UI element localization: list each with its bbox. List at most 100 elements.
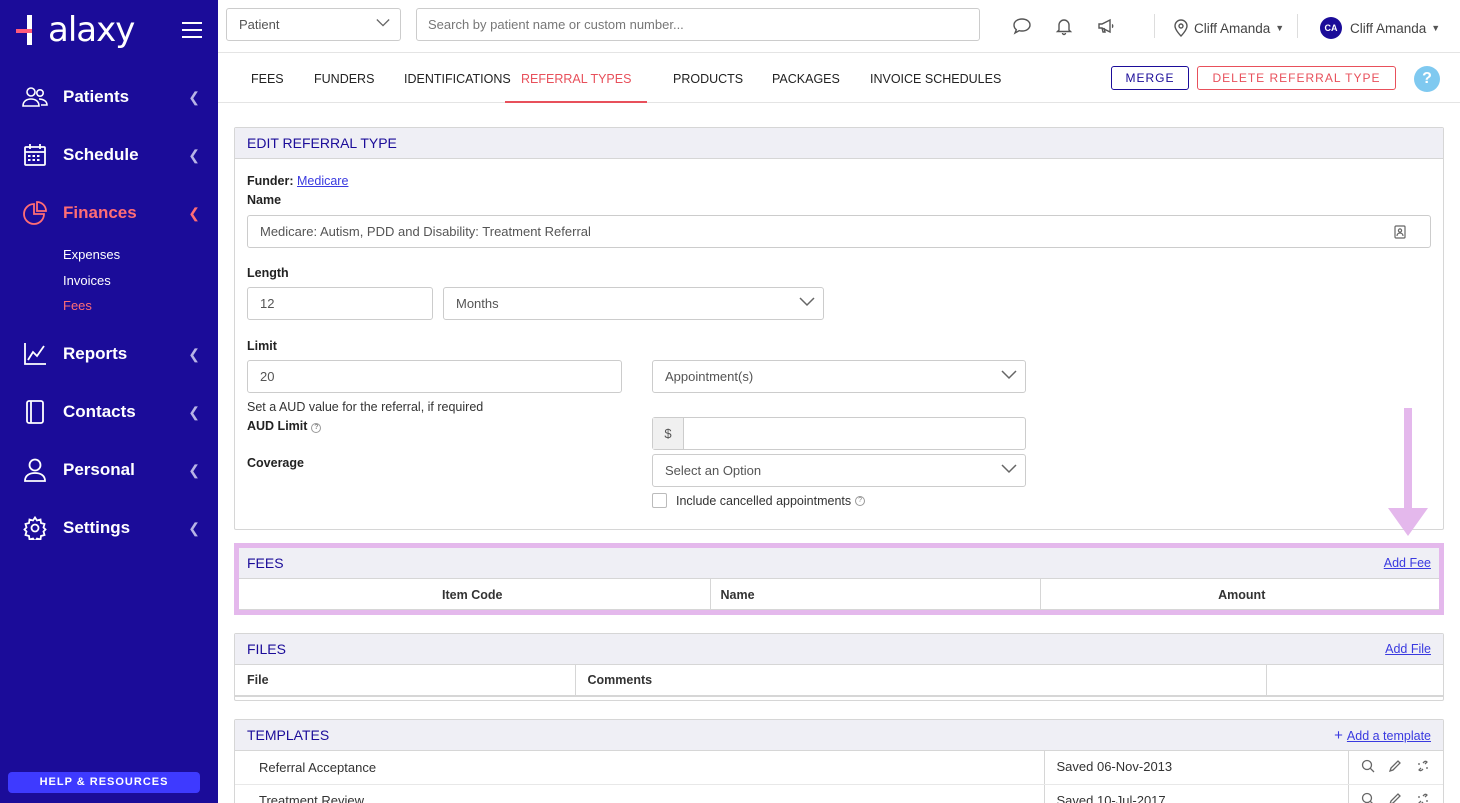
tabs-bar: FEES FUNDERS IDENTIFICATIONS REFERRAL TY… [218,53,1460,103]
template-name: Referral Acceptance [235,751,1045,785]
user-menu[interactable]: CA Cliff Amanda ▼ [1320,17,1440,39]
sidebar-item-patients[interactable]: Patients ❮ [0,68,218,126]
aud-hint: Set a AUD value for the referral, if req… [247,400,484,414]
fees-table: Item Code Name Amount [235,579,1443,610]
search-icon[interactable] [1361,759,1375,773]
name-field[interactable]: Medicare: Autism, PDD and Disability: Tr… [247,215,1431,248]
location-name: Cliff Amanda [1194,20,1271,36]
bell-icon[interactable] [1054,16,1074,36]
delete-referral-type-button[interactable]: DELETE REFERRAL TYPE [1197,66,1396,90]
help-resources-button[interactable]: HELP & RESOURCES [8,772,200,793]
templates-panel-header: TEMPLATES + Add a template [235,720,1443,751]
finances-subnav: Expenses Invoices Fees [0,242,218,319]
add-template-label: Add a template [1346,729,1431,743]
halaxy-logo[interactable]: alaxy [16,10,135,50]
name-label: Name [247,193,282,207]
tab-fees[interactable]: FEES [251,53,284,103]
divider [1297,14,1298,38]
limit-value: 20 [260,369,275,384]
include-cancelled-checkbox[interactable] [652,493,667,508]
calendar-icon [22,142,48,168]
aud-limit-input[interactable]: $ [652,417,1026,450]
sidebar-item-schedule[interactable]: Schedule ❮ [0,126,218,184]
fees-panel-header: FEES Add Fee [235,548,1443,579]
funder-label: Funder: [247,174,294,188]
subnav-item-invoices[interactable]: Invoices [63,268,218,294]
column-header[interactable]: File [235,665,576,697]
sidebar-nav: Patients ❮ Schedule ❮ Finances ❮ Expense… [0,68,218,557]
megaphone-icon[interactable] [1096,16,1116,36]
sidebar: alaxy Patients ❮ Schedule ❮ Finances ❮ E… [0,0,218,803]
limit-input[interactable]: 20 [247,360,622,393]
fees-title: FEES [247,555,284,571]
contact-card-icon [1394,225,1406,239]
annotation-arrow-icon [1388,408,1428,536]
sidebar-item-finances[interactable]: Finances ❮ [0,184,218,242]
book-icon [22,399,48,425]
user-name: Cliff Amanda [1350,20,1427,36]
sidebar-item-settings[interactable]: Settings ❮ [0,499,218,557]
column-header[interactable]: Comments [575,665,1267,697]
add-fee-link[interactable]: Add Fee [1384,548,1431,579]
sidebar-item-personal[interactable]: Personal ❮ [0,441,218,499]
length-input[interactable]: 12 [247,287,433,320]
length-unit-select[interactable]: Months [443,287,824,320]
patient-type-select[interactable]: Patient [226,8,401,41]
sidebar-item-label: Reports [63,343,128,363]
coverage-placeholder: Select an Option [665,463,762,478]
chat-icon[interactable] [1012,16,1032,36]
tab-identifications[interactable]: IDENTIFICATIONS [404,53,511,103]
tab-funders[interactable]: FUNDERS [314,53,374,103]
sidebar-item-contacts[interactable]: Contacts ❮ [0,383,218,441]
pencil-icon[interactable] [1388,792,1402,803]
main-content: EDIT REFERRAL TYPE Funder: Medicare Name… [218,104,1460,803]
limit-unit-select[interactable]: Appointment(s) [652,360,1026,393]
logo-mark-icon [16,15,46,45]
coverage-select[interactable]: Select an Option [652,454,1026,487]
search-icon[interactable] [1361,792,1375,803]
templates-table: Referral Acceptance Saved 06-Nov-2013 Tr… [235,751,1443,803]
help-tooltip-icon[interactable]: ? [311,423,322,433]
table-row[interactable]: Referral Acceptance Saved 06-Nov-2013 [235,751,1443,785]
add-template-link[interactable]: + Add a template [1334,720,1431,752]
aud-limit-label: AUD Limit [247,419,308,433]
fees-panel: FEES Add Fee Item Code Name Amount [234,547,1444,610]
tab-referral-types[interactable]: REFERRAL TYPES [505,53,648,103]
funder-link[interactable]: Medicare [297,174,348,188]
tab-products[interactable]: PRODUCTS [673,53,743,103]
subnav-item-fees[interactable]: Fees [63,293,218,319]
panel-title: EDIT REFERRAL TYPE [235,128,1443,159]
hamburger-menu-icon[interactable] [182,22,202,38]
add-file-link[interactable]: Add File [1385,634,1431,665]
search-input[interactable] [416,8,980,41]
chevron-left-icon: ❮ [188,461,200,478]
line-chart-icon [22,341,48,367]
sidebar-item-label: Patients [63,87,130,106]
chevron-left-icon: ❮ [188,147,200,163]
chevron-down-icon [376,19,390,27]
help-tooltip-icon[interactable]: ? [855,495,866,506]
subnav-item-expenses[interactable]: Expenses [63,242,218,268]
location-pin-icon [1174,19,1188,37]
column-header[interactable]: Amount [1040,579,1443,610]
chevron-left-icon: ❮ [188,403,200,420]
pencil-icon[interactable] [1388,759,1402,773]
coverage-label: Coverage [247,456,304,470]
merge-button[interactable]: MERGE [1111,66,1189,90]
caret-down-icon: ▼ [1431,23,1441,33]
template-saved: Saved 10-Jul-2017 [1044,784,1349,803]
location-switcher[interactable]: Cliff Amanda ▼ [1174,17,1284,39]
files-table: File Comments [235,665,1443,697]
table-row[interactable]: Treatment Review Saved 10-Jul-2017 [235,784,1443,803]
sidebar-item-label: Personal [63,459,135,479]
tab-invoice-schedules[interactable]: INVOICE SCHEDULES [870,53,1001,103]
column-header[interactable]: Name [710,579,1041,610]
sidebar-item-reports[interactable]: Reports ❮ [0,325,218,383]
tab-packages[interactable]: PACKAGES [772,53,840,103]
unlink-icon[interactable] [1416,759,1430,773]
help-icon[interactable]: ? [1414,66,1440,92]
chevron-down-icon [799,297,815,307]
edit-referral-type-panel: EDIT REFERRAL TYPE Funder: Medicare Name… [234,127,1444,530]
column-header[interactable]: Item Code [235,579,711,610]
unlink-icon[interactable] [1416,792,1430,803]
